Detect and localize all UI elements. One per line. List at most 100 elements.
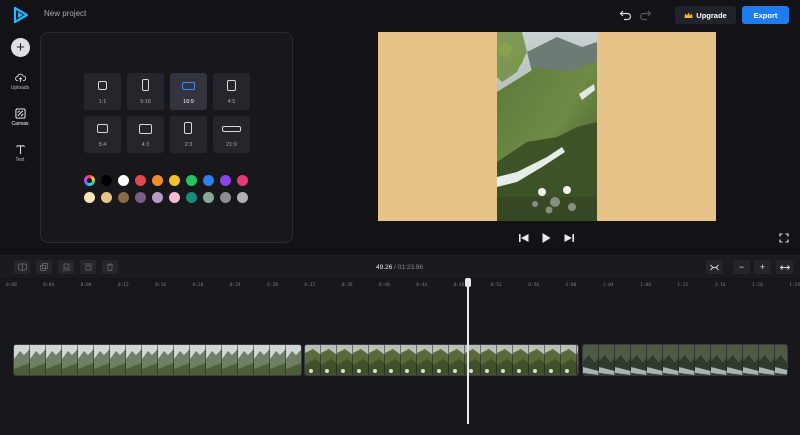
aspect-ratio-label: 2:3 bbox=[184, 142, 193, 148]
canvas-panel: 1:1 9:16 16:9 4:5 5:4 4:3 2:3 21:9 bbox=[40, 32, 293, 243]
ruler-tick-label: 1:04 bbox=[602, 283, 614, 288]
video-editor: New project Upgrade Export + Uploads Can… bbox=[0, 0, 800, 435]
upgrade-label: Upgrade bbox=[696, 10, 727, 20]
skip-forward-icon[interactable] bbox=[563, 232, 575, 244]
add-media-button[interactable]: + bbox=[11, 38, 30, 57]
duplicate-button[interactable] bbox=[36, 260, 52, 274]
redo-icon[interactable] bbox=[638, 8, 652, 22]
ruler-tick-label: 0:12 bbox=[117, 283, 129, 288]
video-clip-1[interactable] bbox=[13, 344, 302, 376]
crown-icon bbox=[684, 12, 693, 18]
aspect-ratio-1-1[interactable]: 1:1 bbox=[84, 73, 121, 110]
landscape-icon bbox=[182, 82, 195, 90]
video-clip-3[interactable] bbox=[582, 344, 788, 376]
timeline-ruler[interactable]: 0:00 0:04 0:08 0:12 0:16 0:20 0:24 0:28 0:32 0:36… bbox=[0, 279, 800, 293]
color-swatch[interactable] bbox=[152, 192, 163, 203]
widescreen-icon bbox=[222, 126, 241, 132]
ruler-tick-label: 0:56 bbox=[528, 283, 540, 288]
canvas-preview[interactable] bbox=[378, 32, 716, 221]
fit-timeline-button[interactable] bbox=[706, 260, 723, 274]
align-top-button[interactable] bbox=[80, 260, 96, 274]
color-swatch[interactable] bbox=[169, 175, 180, 186]
sidebar-item-label: Text bbox=[15, 157, 25, 163]
color-swatch[interactable] bbox=[186, 175, 197, 186]
expand-timeline-button[interactable] bbox=[776, 260, 793, 274]
square-icon bbox=[98, 81, 107, 90]
color-swatch[interactable] bbox=[118, 192, 129, 203]
color-swatch[interactable] bbox=[101, 175, 112, 186]
ruler-tick-label: 1:00 bbox=[565, 283, 577, 288]
aspect-ratio-4-5[interactable]: 4:5 bbox=[213, 73, 250, 110]
color-swatch[interactable] bbox=[152, 175, 163, 186]
aspect-ratio-2-3[interactable]: 2:3 bbox=[170, 116, 207, 153]
split-button[interactable] bbox=[14, 260, 30, 274]
color-swatch[interactable] bbox=[237, 192, 248, 203]
aspect-ratio-4-3[interactable]: 4:3 bbox=[127, 116, 164, 153]
clip-thumbnails bbox=[14, 345, 301, 375]
aspect-ratio-label: 1:1 bbox=[98, 99, 107, 105]
color-swatch[interactable] bbox=[237, 175, 248, 186]
ruler-tick-label: 0:36 bbox=[341, 283, 353, 288]
duplicate-icon bbox=[40, 263, 48, 271]
project-name[interactable]: New project bbox=[44, 9, 86, 18]
portrait-icon bbox=[142, 79, 149, 91]
skip-back-icon[interactable] bbox=[518, 232, 530, 244]
zoom-out-button[interactable]: − bbox=[733, 260, 750, 274]
aspect-ratio-label: 21:9 bbox=[226, 142, 237, 148]
trash-icon bbox=[107, 263, 113, 271]
app-logo-icon[interactable] bbox=[12, 6, 30, 24]
color-swatch[interactable] bbox=[169, 192, 180, 203]
color-swatch[interactable] bbox=[220, 192, 231, 203]
upgrade-button[interactable]: Upgrade bbox=[675, 6, 736, 24]
ruler-tick-label: 0:20 bbox=[192, 283, 204, 288]
color-swatch[interactable] bbox=[118, 175, 129, 186]
export-button[interactable]: Export bbox=[742, 6, 789, 24]
ruler-tick-label: 1:08 bbox=[640, 283, 651, 288]
landscape-icon bbox=[97, 124, 108, 133]
color-swatch[interactable] bbox=[135, 175, 146, 186]
color-swatch[interactable] bbox=[203, 175, 214, 186]
color-swatch[interactable] bbox=[84, 192, 95, 203]
playhead-handle[interactable] bbox=[465, 278, 471, 287]
sidebar-item-canvas[interactable]: Canvas bbox=[0, 108, 40, 138]
align-bottom-icon bbox=[62, 263, 70, 271]
sidebar-item-uploads[interactable]: Uploads bbox=[0, 72, 40, 102]
ruler-tick-label: 0:48 bbox=[453, 283, 465, 288]
total-duration: 01:23.96 bbox=[397, 264, 424, 271]
color-swatch[interactable] bbox=[203, 192, 214, 203]
ruler-tick-label: 1:16 bbox=[714, 283, 726, 288]
text-icon bbox=[15, 145, 25, 155]
undo-icon[interactable] bbox=[619, 8, 633, 22]
sidebar-item-label: Uploads bbox=[10, 85, 30, 91]
ruler-tick-label: 0:04 bbox=[43, 283, 55, 288]
upload-cloud-icon bbox=[14, 73, 26, 83]
aspect-ratio-label: 5:4 bbox=[98, 142, 107, 148]
align-top-icon bbox=[84, 263, 92, 271]
fit-icon bbox=[710, 264, 719, 270]
aspect-ratio-5-4[interactable]: 5:4 bbox=[84, 116, 121, 153]
ruler-tick-label: 0:08 bbox=[80, 283, 92, 288]
color-picker-swatch[interactable] bbox=[84, 175, 95, 186]
color-swatch[interactable] bbox=[101, 192, 112, 203]
delete-button[interactable] bbox=[102, 260, 118, 274]
color-swatch[interactable] bbox=[186, 192, 197, 203]
aspect-ratio-21-9[interactable]: 21:9 bbox=[213, 116, 250, 153]
color-swatch[interactable] bbox=[135, 192, 146, 203]
align-bottom-button[interactable] bbox=[58, 260, 74, 274]
current-time: 49.26 bbox=[376, 264, 393, 271]
ruler-tick-label: 0:28 bbox=[267, 283, 278, 288]
ruler-tick-label: 1:20 bbox=[752, 283, 763, 288]
color-swatch[interactable] bbox=[220, 175, 231, 186]
fullscreen-icon[interactable] bbox=[779, 233, 789, 243]
aspect-ratio-16-9[interactable]: 16:9 bbox=[170, 73, 207, 110]
sidebar-item-text[interactable]: Text bbox=[0, 144, 40, 174]
play-icon[interactable] bbox=[540, 232, 552, 244]
video-clip-2[interactable] bbox=[304, 344, 579, 376]
zoom-in-button[interactable]: + bbox=[754, 260, 771, 274]
ruler-tick-label: 0:44 bbox=[416, 283, 428, 288]
aspect-ratio-9-16[interactable]: 9:16 bbox=[127, 73, 164, 110]
video-frame bbox=[497, 32, 597, 221]
ruler-tick-label: 1:12 bbox=[677, 283, 689, 288]
split-icon bbox=[17, 263, 27, 271]
aspect-ratio-label: 16:9 bbox=[183, 99, 194, 105]
